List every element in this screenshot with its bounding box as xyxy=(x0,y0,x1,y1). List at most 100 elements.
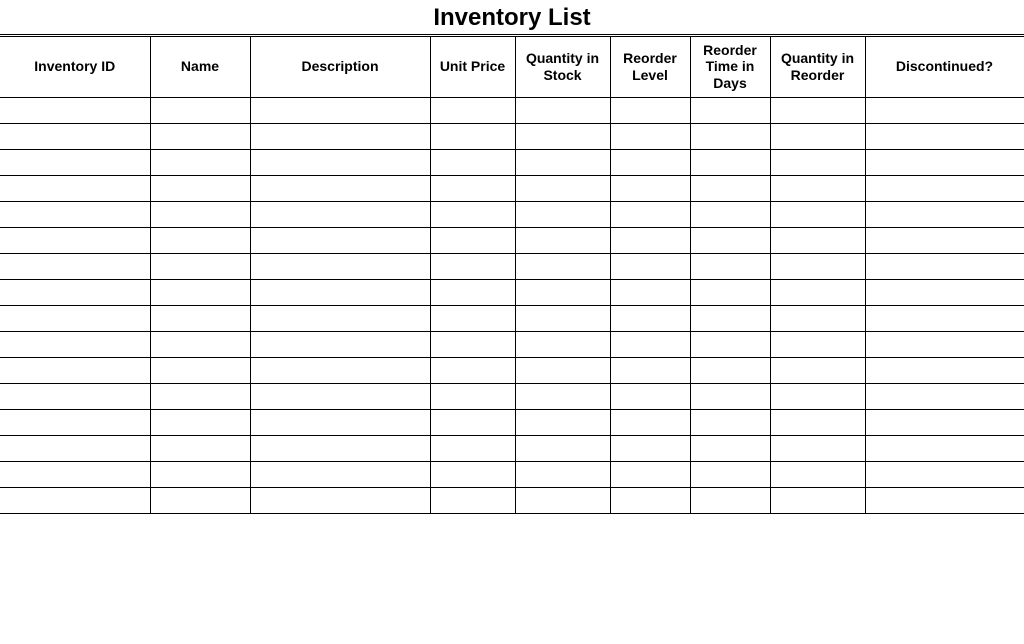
table-cell[interactable] xyxy=(865,123,1024,149)
table-cell[interactable] xyxy=(430,175,515,201)
table-cell[interactable] xyxy=(0,279,150,305)
table-cell[interactable] xyxy=(430,97,515,123)
table-cell[interactable] xyxy=(430,357,515,383)
table-cell[interactable] xyxy=(0,253,150,279)
table-cell[interactable] xyxy=(865,279,1024,305)
table-cell[interactable] xyxy=(610,97,690,123)
table-cell[interactable] xyxy=(150,331,250,357)
table-cell[interactable] xyxy=(250,383,430,409)
table-cell[interactable] xyxy=(865,357,1024,383)
table-cell[interactable] xyxy=(250,435,430,461)
table-cell[interactable] xyxy=(515,253,610,279)
table-cell[interactable] xyxy=(150,201,250,227)
table-cell[interactable] xyxy=(865,175,1024,201)
table-cell[interactable] xyxy=(0,227,150,253)
table-cell[interactable] xyxy=(690,331,770,357)
table-cell[interactable] xyxy=(0,175,150,201)
table-cell[interactable] xyxy=(770,175,865,201)
table-cell[interactable] xyxy=(610,461,690,487)
table-cell[interactable] xyxy=(250,97,430,123)
table-cell[interactable] xyxy=(430,305,515,331)
table-cell[interactable] xyxy=(690,357,770,383)
table-cell[interactable] xyxy=(690,279,770,305)
table-cell[interactable] xyxy=(610,383,690,409)
table-cell[interactable] xyxy=(610,409,690,435)
table-cell[interactable] xyxy=(430,149,515,175)
table-cell[interactable] xyxy=(515,331,610,357)
table-row[interactable] xyxy=(0,97,1024,123)
table-cell[interactable] xyxy=(0,331,150,357)
table-cell[interactable] xyxy=(690,305,770,331)
table-cell[interactable] xyxy=(515,435,610,461)
table-cell[interactable] xyxy=(690,435,770,461)
table-cell[interactable] xyxy=(430,201,515,227)
table-cell[interactable] xyxy=(515,227,610,253)
table-cell[interactable] xyxy=(690,123,770,149)
table-cell[interactable] xyxy=(610,435,690,461)
table-cell[interactable] xyxy=(610,331,690,357)
table-cell[interactable] xyxy=(430,409,515,435)
table-cell[interactable] xyxy=(0,383,150,409)
table-cell[interactable] xyxy=(150,487,250,513)
table-cell[interactable] xyxy=(150,357,250,383)
table-cell[interactable] xyxy=(610,175,690,201)
table-cell[interactable] xyxy=(250,175,430,201)
table-cell[interactable] xyxy=(865,201,1024,227)
table-cell[interactable] xyxy=(610,305,690,331)
table-cell[interactable] xyxy=(865,253,1024,279)
table-cell[interactable] xyxy=(610,149,690,175)
table-cell[interactable] xyxy=(515,201,610,227)
table-cell[interactable] xyxy=(430,227,515,253)
table-cell[interactable] xyxy=(610,123,690,149)
table-row[interactable] xyxy=(0,149,1024,175)
table-cell[interactable] xyxy=(770,149,865,175)
table-cell[interactable] xyxy=(150,123,250,149)
table-cell[interactable] xyxy=(150,97,250,123)
table-cell[interactable] xyxy=(430,461,515,487)
table-row[interactable] xyxy=(0,409,1024,435)
table-cell[interactable] xyxy=(430,123,515,149)
table-row[interactable] xyxy=(0,383,1024,409)
table-row[interactable] xyxy=(0,123,1024,149)
table-row[interactable] xyxy=(0,253,1024,279)
table-cell[interactable] xyxy=(430,331,515,357)
table-cell[interactable] xyxy=(690,253,770,279)
table-cell[interactable] xyxy=(690,409,770,435)
table-cell[interactable] xyxy=(250,253,430,279)
table-cell[interactable] xyxy=(150,383,250,409)
table-cell[interactable] xyxy=(770,279,865,305)
table-cell[interactable] xyxy=(515,175,610,201)
table-cell[interactable] xyxy=(150,305,250,331)
table-cell[interactable] xyxy=(865,435,1024,461)
table-cell[interactable] xyxy=(770,435,865,461)
table-cell[interactable] xyxy=(515,279,610,305)
table-cell[interactable] xyxy=(610,487,690,513)
table-row[interactable] xyxy=(0,461,1024,487)
table-cell[interactable] xyxy=(250,409,430,435)
table-cell[interactable] xyxy=(865,227,1024,253)
table-cell[interactable] xyxy=(250,149,430,175)
table-cell[interactable] xyxy=(690,201,770,227)
table-cell[interactable] xyxy=(0,97,150,123)
table-cell[interactable] xyxy=(150,461,250,487)
table-cell[interactable] xyxy=(250,279,430,305)
table-cell[interactable] xyxy=(610,227,690,253)
table-cell[interactable] xyxy=(770,201,865,227)
table-cell[interactable] xyxy=(250,461,430,487)
table-cell[interactable] xyxy=(865,461,1024,487)
table-cell[interactable] xyxy=(150,253,250,279)
table-row[interactable] xyxy=(0,279,1024,305)
table-cell[interactable] xyxy=(0,305,150,331)
table-cell[interactable] xyxy=(515,149,610,175)
table-cell[interactable] xyxy=(150,175,250,201)
table-cell[interactable] xyxy=(0,149,150,175)
table-cell[interactable] xyxy=(150,149,250,175)
table-cell[interactable] xyxy=(865,487,1024,513)
table-cell[interactable] xyxy=(770,487,865,513)
table-cell[interactable] xyxy=(770,357,865,383)
table-row[interactable] xyxy=(0,487,1024,513)
table-cell[interactable] xyxy=(150,227,250,253)
table-cell[interactable] xyxy=(865,409,1024,435)
table-cell[interactable] xyxy=(250,227,430,253)
table-cell[interactable] xyxy=(430,383,515,409)
